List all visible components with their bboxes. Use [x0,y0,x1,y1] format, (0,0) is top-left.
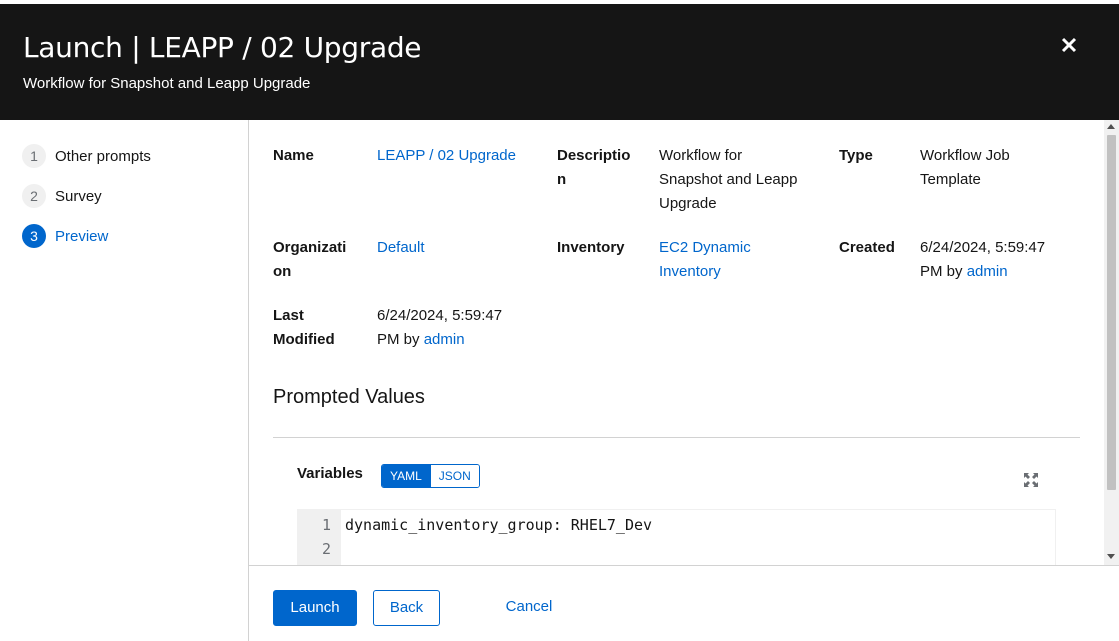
line-number-gutter: 1 2 [298,510,341,565]
yaml-toggle-button[interactable]: YAML [382,465,430,487]
scrollbar-thumb[interactable] [1107,135,1116,490]
wizard-step-preview[interactable]: 3 Preview [22,224,108,248]
description-label: Descriptio n [557,147,631,188]
step-label: Survey [55,187,102,205]
modified-by-link[interactable]: admin [424,331,465,348]
last-modified-value: 6/24/2024, 5:59:47 PM by admin [377,307,503,348]
type-label: Type [839,147,873,164]
vertical-scrollbar[interactable] [1104,120,1119,565]
prompted-values-title: Prompted Values [273,386,425,408]
inventory-label: Inventory [557,239,625,256]
name-label: Name [273,147,314,164]
modal-title: Launch | LEAPP / 02 Upgrade [23,31,422,64]
close-icon[interactable] [1056,32,1082,58]
modal-subtitle: Workflow for Snapshot and Leapp Upgrade [23,75,311,92]
step-number: 1 [22,144,46,168]
scroll-down-arrow-icon[interactable] [1107,554,1115,559]
description-value: Workflow for Snapshot and Leapp Upgrade [659,147,798,212]
variables-code-editor[interactable]: 1 2 dynamic_inventory_group: RHEL7_Dev [297,509,1056,565]
preview-content: Name LEAPP / 02 Upgrade Descriptio n Wor… [249,120,1104,565]
line-number: 2 [321,540,331,558]
modal-header: Launch | LEAPP / 02 Upgrade Workflow for… [0,4,1119,120]
wizard-step-other-prompts[interactable]: 1 Other prompts [22,144,151,168]
format-toggle: YAML JSON [381,464,480,488]
last-modified-label: Last Modified [273,307,335,348]
wizard-nav: 1 Other prompts 2 Survey 3 Preview [0,120,249,641]
modal-footer: Launch Back Cancel [249,565,1119,641]
cancel-button[interactable]: Cancel [491,590,567,626]
section-divider [273,437,1080,438]
created-value: 6/24/2024, 5:59:47 PM by admin [920,239,1046,280]
created-label: Created [839,239,895,256]
scroll-up-arrow-icon[interactable] [1107,124,1115,129]
organization-label: Organizati on [273,239,347,280]
organization-link[interactable]: Default [377,236,425,260]
line-number: 1 [321,516,331,534]
step-number: 2 [22,184,46,208]
step-label: Preview [55,227,109,245]
back-button[interactable]: Back [373,590,440,626]
step-label: Other prompts [55,147,151,165]
expand-icon[interactable] [1023,472,1039,488]
wizard-step-survey[interactable]: 2 Survey [22,184,102,208]
name-value-link[interactable]: LEAPP / 02 Upgrade [377,144,516,168]
inventory-link[interactable]: EC2 Dynamic Inventory [659,236,751,284]
json-toggle-button[interactable]: JSON [429,465,479,487]
created-by-link[interactable]: admin [967,263,1008,280]
step-number: 3 [22,224,46,248]
type-value: Workflow Job Template [920,147,1010,188]
launch-button[interactable]: Launch [273,590,357,626]
variables-label: Variables [297,465,363,482]
code-line: dynamic_inventory_group: RHEL7_Dev [345,516,653,534]
